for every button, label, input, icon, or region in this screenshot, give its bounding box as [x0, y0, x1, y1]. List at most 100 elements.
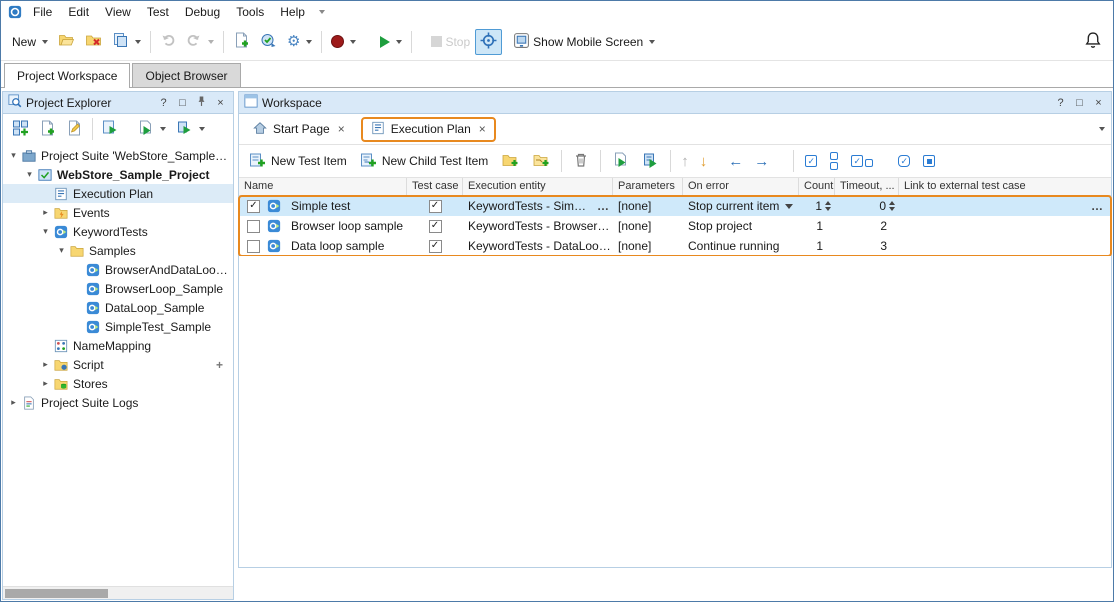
parameters-cell[interactable]: [none] [613, 216, 683, 236]
test-case-cell[interactable]: ✓ [407, 196, 463, 216]
dropdown-arrow-icon[interactable] [785, 204, 793, 209]
help-button[interactable]: ? [156, 97, 171, 109]
on-error-cell[interactable]: Continue running [683, 236, 799, 256]
menu-tools[interactable]: Tools [228, 2, 272, 22]
tree-item-project-suite[interactable]: ▾ Project Suite 'WebStore_Sample_Proje..… [3, 146, 233, 165]
tree-item-keywordtests[interactable]: ▾ KeywordTests [3, 222, 233, 241]
tab-project-workspace[interactable]: Project Workspace [4, 63, 130, 88]
tree-item-samples[interactable]: ▾ Samples [3, 241, 233, 260]
new-child-test-item-button[interactable]: New Child Test Item [354, 149, 494, 174]
column-header-name[interactable]: Name [239, 178, 407, 195]
expand-collapse-icon[interactable]: ▸ [39, 378, 52, 389]
expand-collapse-icon[interactable]: ▾ [55, 245, 68, 256]
name-cell[interactable]: Browser loop sample [239, 216, 407, 236]
run-focused-item-button[interactable] [606, 149, 635, 174]
row-checkbox[interactable] [247, 220, 260, 233]
link-cell[interactable] [899, 236, 1111, 256]
test-case-checkbox[interactable]: ✓ [429, 200, 442, 213]
row-checkbox[interactable]: ✓ [247, 200, 260, 213]
column-header-on-error[interactable]: On error [683, 178, 799, 195]
timeout-spinner[interactable] [889, 201, 895, 211]
expand-collapse-icon[interactable]: ▸ [7, 397, 20, 408]
menu-file[interactable]: File [25, 2, 60, 22]
close-tab-icon[interactable]: × [338, 122, 345, 136]
close-panel-button[interactable]: × [1091, 97, 1106, 109]
table-row-data-loop-sample[interactable]: Data loop sample ✓ KeywordTests - DataLo… [239, 236, 1111, 256]
tree-item-events[interactable]: ▸ Events [3, 203, 233, 222]
close-panel-button[interactable]: × [213, 97, 228, 109]
column-header-count[interactable]: Count [799, 178, 835, 195]
show-mobile-screen-button[interactable]: Show Mobile Screen [508, 29, 660, 55]
expand-collapse-icon[interactable]: ▸ [39, 207, 52, 218]
new-group-button[interactable] [495, 149, 525, 174]
new-test-item-button[interactable]: New Test Item [243, 149, 353, 174]
on-error-cell[interactable]: Stop project [683, 216, 799, 236]
notifications-button[interactable] [1079, 28, 1107, 55]
scrollbar-thumb[interactable] [5, 589, 108, 598]
add-new-item-button[interactable] [7, 117, 34, 142]
tree-item-stores[interactable]: ▸ Stores [3, 374, 233, 393]
column-header-test-case[interactable]: Test case [407, 178, 463, 195]
expand-collapse-icon[interactable]: ▾ [23, 169, 36, 180]
row-checkbox[interactable] [247, 240, 260, 253]
menu-debug[interactable]: Debug [177, 2, 228, 22]
expand-collapse-icon[interactable]: ▾ [39, 226, 52, 237]
tree-item-keyword-test[interactable]: BrowserLoop_Sample [3, 279, 233, 298]
tree-item-keyword-test[interactable]: DataLoop_Sample [3, 298, 233, 317]
point-and-fix-toggle[interactable] [475, 29, 502, 55]
delete-button[interactable] [567, 149, 595, 174]
link-cell[interactable] [899, 216, 1111, 236]
test-case-cell[interactable]: ✓ [407, 216, 463, 236]
run-project-suite-button[interactable] [97, 117, 124, 142]
run-project-button[interactable] [132, 117, 171, 142]
new-child-group-button[interactable] [526, 149, 556, 174]
menu-help[interactable]: Help [272, 2, 313, 22]
redo-button[interactable] [181, 29, 219, 54]
count-cell[interactable]: 1 [799, 196, 835, 216]
menu-test[interactable]: Test [139, 2, 177, 22]
checkpoint-wizard-button[interactable] [255, 29, 282, 54]
expand-collapse-icon[interactable]: ▾ [7, 150, 20, 161]
enable-selected-button[interactable]: ✓ [892, 152, 916, 170]
tree-item-keyword-test[interactable]: BrowserAndDataLoop_... [3, 260, 233, 279]
execution-entity-cell[interactable]: KeywordTests - DataLoop... [463, 236, 613, 256]
horizontal-scrollbar[interactable] [3, 586, 233, 599]
move-right-button[interactable]: → [749, 153, 774, 170]
help-button[interactable]: ? [1053, 97, 1068, 109]
tab-start-page[interactable]: Start Page × [245, 117, 353, 142]
tree-item-project-suite-logs[interactable]: ▸ Project Suite Logs [3, 393, 233, 412]
pin-button[interactable] [194, 95, 209, 110]
settings-button[interactable]: ⚙ [282, 31, 317, 52]
browse-link-button[interactable]: … [1088, 199, 1107, 213]
name-cell[interactable]: Data loop sample [239, 236, 407, 256]
timeout-cell[interactable]: 0 [835, 196, 899, 216]
undo-button[interactable] [155, 29, 181, 54]
tree-item-project[interactable]: ▾ WebStore_Sample_Project [3, 165, 233, 184]
run-test-button[interactable] [375, 33, 407, 51]
execution-entity-cell[interactable]: KeywordTests - BrowserL... [463, 216, 613, 236]
test-case-cell[interactable]: ✓ [407, 236, 463, 256]
column-header-link[interactable]: Link to external test case [899, 178, 1111, 195]
column-header-timeout[interactable]: Timeout, ... [835, 178, 899, 195]
execution-entity-cell[interactable]: KeywordTests - Simple... … [463, 196, 613, 216]
disable-selected-button[interactable] [917, 152, 941, 170]
tab-object-browser[interactable]: Object Browser [132, 63, 240, 87]
column-header-parameters[interactable]: Parameters [613, 178, 683, 195]
float-button[interactable]: □ [1072, 97, 1087, 109]
menu-edit[interactable]: Edit [60, 2, 97, 22]
link-cell[interactable]: … [899, 196, 1111, 216]
close-project-button[interactable] [80, 29, 107, 54]
browse-entity-button[interactable]: … [594, 199, 613, 213]
test-case-checkbox[interactable]: ✓ [429, 240, 442, 253]
timeout-cell[interactable]: 3 [835, 236, 899, 256]
open-project-button[interactable] [53, 29, 80, 54]
timeout-cell[interactable]: 2 [835, 216, 899, 236]
save-all-button[interactable] [107, 29, 146, 54]
add-script-unit-button[interactable]: + [216, 358, 223, 372]
run-selected-items-button[interactable] [636, 149, 665, 174]
edit-file-button[interactable] [61, 117, 88, 142]
new-button[interactable]: New [7, 32, 53, 52]
close-tab-icon[interactable]: × [479, 122, 486, 136]
add-new-item-button[interactable] [228, 29, 255, 54]
expand-collapse-icon[interactable]: ▸ [39, 359, 52, 370]
